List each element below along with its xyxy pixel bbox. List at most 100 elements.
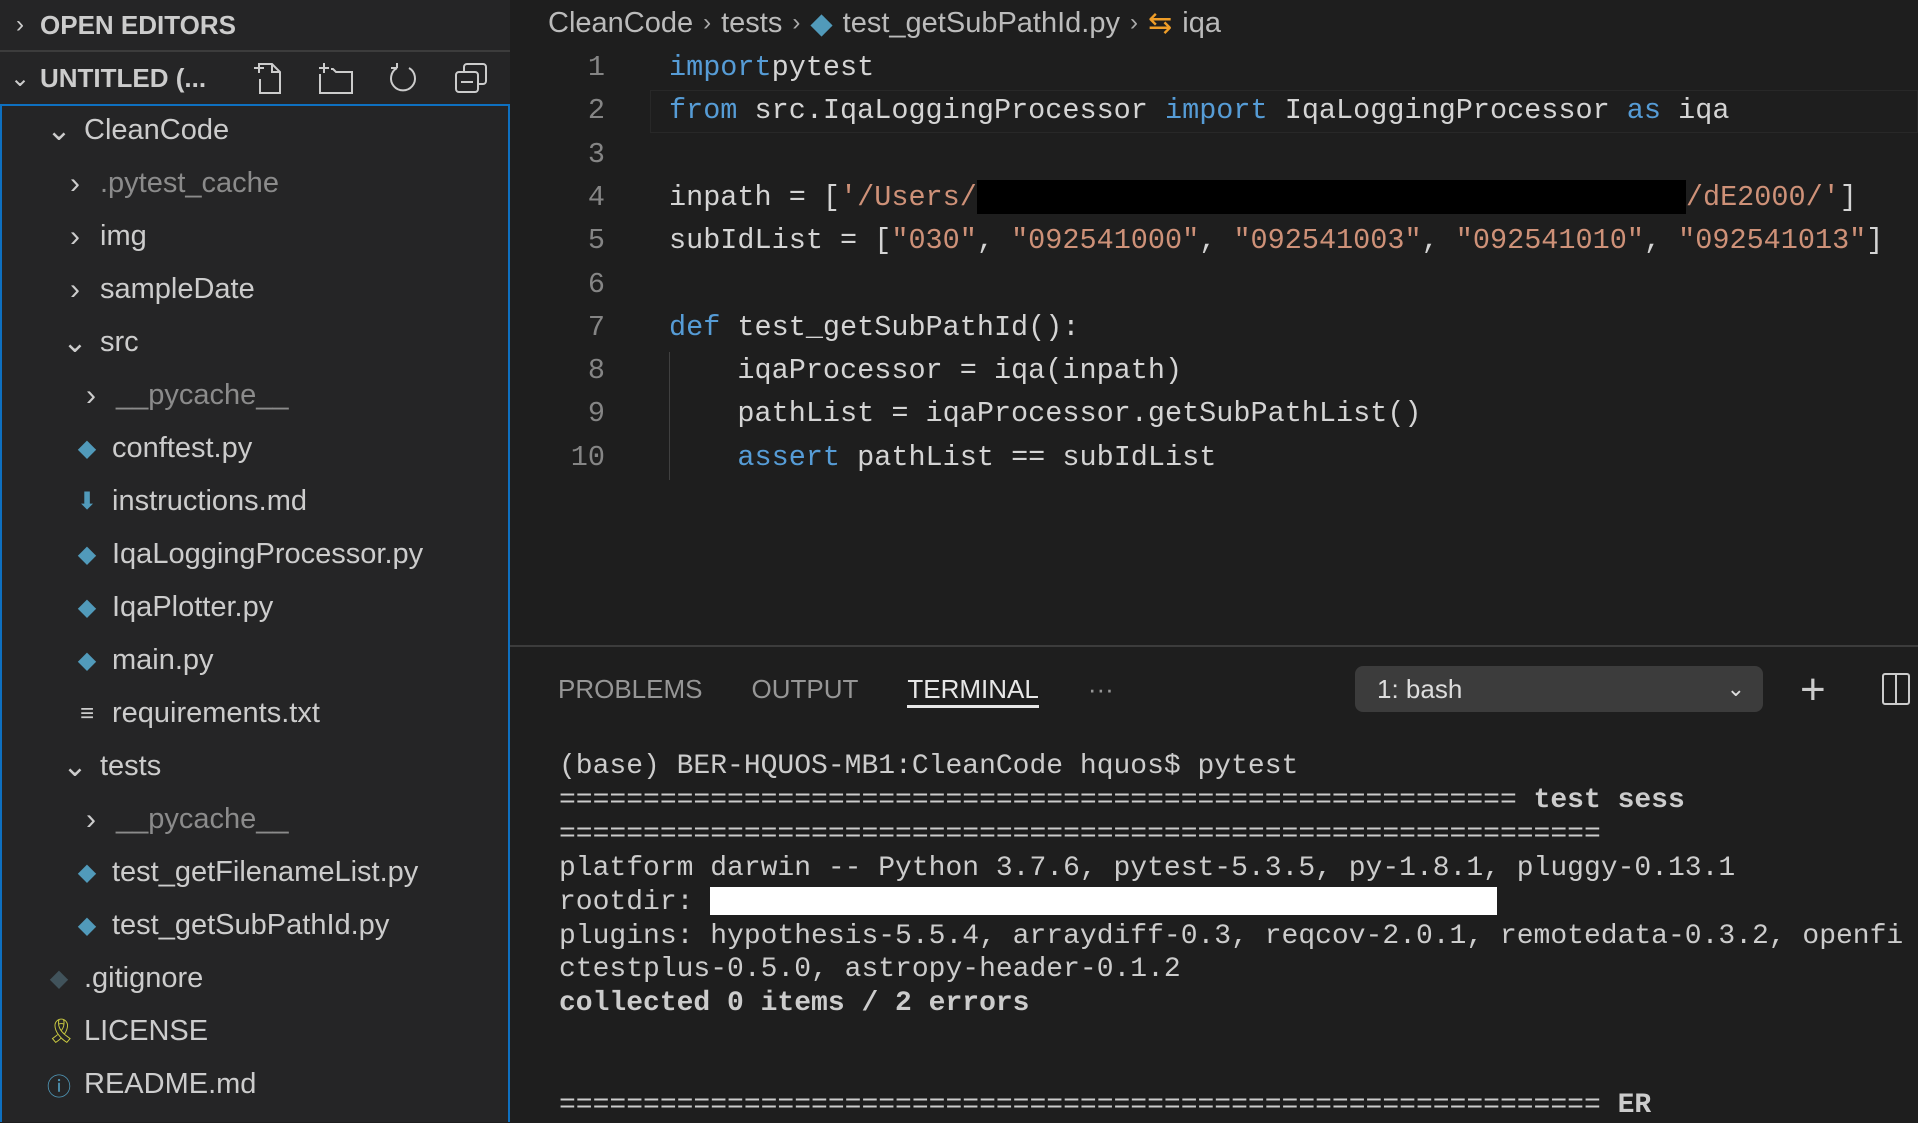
code-line: 2 from src.IqaLoggingProcessor import Iqa…	[510, 89, 1918, 132]
terminal-text: ========================================…	[559, 784, 1534, 816]
terminal-line: (base) BER-HQUOS-MB1:CleanCode hquos$ py…	[559, 750, 1298, 784]
tree-item[interactable]: ≡ requirements.txt	[74, 687, 320, 740]
open-editors-header[interactable]: › OPEN EDITORS	[0, 0, 510, 52]
python-file-icon: ◆	[810, 7, 833, 40]
open-editors-label: OPEN EDITORS	[40, 9, 237, 40]
python-file-icon: ◆	[77, 435, 97, 462]
breadcrumb-folder[interactable]: tests	[721, 7, 782, 40]
tree-item[interactable]: ◆ IqaPlotter.py	[74, 581, 273, 634]
keyword: assert	[737, 440, 841, 474]
chevron-right-icon: ›	[1129, 9, 1138, 36]
terminal-text: ========================================…	[559, 1090, 1618, 1121]
string-literal: "092541013"	[1678, 224, 1867, 258]
terminal-line: platform darwin -- Python 3.7.6, pytest-…	[559, 852, 1735, 886]
code-token: pathList == subIdList	[840, 440, 1217, 474]
code-token: iqaProcessor = iqa(inpath)	[669, 354, 1183, 388]
editor[interactable]: CleanCode › tests › ◆ test_getSubPathId.py ›…	[510, 0, 1918, 645]
more-tabs-button[interactable]: ···	[1088, 674, 1114, 705]
line-number: 8	[587, 354, 605, 388]
tree-item[interactable]: ⌄ src	[62, 316, 138, 369]
tree-item[interactable]: ⌄ tests	[62, 740, 161, 793]
tree-item[interactable]: ◆ conftest.py	[74, 422, 252, 475]
tree-item-label: conftest.py	[112, 432, 253, 464]
chevron-right-icon: ›	[16, 11, 24, 38]
keyword: as	[1626, 94, 1662, 128]
split-terminal-button[interactable]	[1882, 673, 1910, 705]
terminal-text: (base) BER-HQUOS-MB1:CleanCode hquos$ py…	[559, 751, 1299, 782]
code-line: 8 iqaProcessor = iqa(inpath)	[510, 349, 1918, 392]
terminal-select[interactable]: 1: bash ⌄	[1355, 666, 1763, 712]
terminal-text: plugins: hypothesis-5.5.4, arraydiff-0.3…	[559, 920, 1904, 952]
terminal-line: ctestplus-0.5.0, astropy-header-0.1.2	[559, 953, 1181, 987]
terminal-text: platform darwin -- Python 3.7.6, pytest-…	[559, 852, 1736, 884]
breadcrumb-folder[interactable]: CleanCode	[548, 7, 693, 40]
line-content: inpath = ['/Users/ /dE2000/']	[669, 176, 1857, 219]
new-terminal-button[interactable]: +	[1800, 665, 1826, 715]
tree-item[interactable]: ◆ main.py	[74, 634, 214, 687]
refresh-icon[interactable]	[384, 60, 422, 96]
tree-item[interactable]: › .pytest_cache	[62, 157, 279, 210]
tab-output[interactable]: OUTPUT	[752, 674, 859, 705]
terminal-text: rootdir:	[559, 886, 711, 918]
tree-item[interactable]: ◆ test_getFilenameList.py	[74, 846, 419, 899]
tree-item[interactable]: › __pycache__	[78, 793, 289, 846]
tree-item[interactable]: › img	[62, 210, 147, 263]
line-number: 10	[570, 440, 605, 474]
tree-item-label: IqaLoggingProcessor.py	[112, 538, 424, 570]
tree-item[interactable]: ◆ test_getSubPathId.py	[74, 899, 390, 952]
tree-item[interactable]: ⬇ instructions.md	[74, 475, 307, 528]
tree-item-label: CleanCode	[84, 114, 230, 146]
tree-item-label: test_getSubPathId.py	[112, 909, 390, 941]
tree-item-label: .pytest_cache	[100, 167, 279, 199]
tab-terminal[interactable]: TERMINAL	[907, 671, 1039, 708]
line-content: importpytest	[669, 46, 874, 89]
code-line: 3	[510, 133, 1918, 176]
tree-item-label: main.py	[112, 644, 214, 676]
tab-problems[interactable]: PROBLEMS	[558, 674, 703, 705]
tree-item[interactable]: ⓘ README.md	[46, 1058, 256, 1111]
info-icon: ⓘ	[47, 1074, 71, 1101]
new-file-icon[interactable]	[248, 60, 286, 96]
keyword: def	[669, 310, 721, 344]
python-file-icon: ◆	[77, 647, 97, 674]
tree-item[interactable]: ◆ .gitignore	[46, 952, 204, 1005]
code-line: 5 subIdList = ["030", "092541000", "09254…	[510, 219, 1918, 262]
tree-item-label: img	[100, 220, 147, 252]
new-folder-icon[interactable]	[316, 60, 354, 96]
breadcrumb-symbol[interactable]: iqa	[1182, 7, 1221, 40]
code-token: ,	[1421, 224, 1456, 258]
tree-item-label: __pycache__	[116, 379, 289, 411]
file-tree: ⌄ CleanCode › .pytest_cache › img › sampleDate ⌄…	[0, 104, 510, 1122]
terminal-text: ctestplus-0.5.0, astropy-header-0.1.2	[559, 954, 1181, 986]
terminal-select-value: 1: bash	[1377, 673, 1463, 704]
code-line: 9 pathList = iqaProcessor.getSubPathList…	[510, 392, 1918, 435]
tree-item[interactable]: ⌄ CleanCode	[46, 104, 229, 157]
chevron-right-icon: ›	[703, 9, 712, 36]
git-icon: ◆	[49, 965, 69, 992]
keyword: import	[1165, 94, 1268, 128]
line-number: 4	[587, 180, 605, 214]
python-file-icon: ◆	[77, 594, 97, 621]
line-content: pathList = iqaProcessor.getSubPathList()	[669, 392, 1421, 435]
line-content: subIdList = ["030", "092541000", "092541…	[669, 219, 1883, 262]
terminal-line: plugins: hypothesis-5.5.4, arraydiff-0.3…	[559, 920, 1903, 954]
line-content: def test_getSubPathId():	[669, 306, 1079, 349]
chevron-right-icon: ›	[70, 272, 80, 306]
redacted-block	[976, 180, 1686, 215]
tree-item-label: requirements.txt	[112, 697, 320, 729]
python-file-icon: ◆	[77, 912, 97, 939]
tree-item[interactable]: ◆ IqaLoggingProcessor.py	[74, 528, 423, 581]
python-file-icon: ◆	[77, 859, 97, 886]
tree-item-label: .gitignore	[84, 962, 204, 994]
collapse-all-icon[interactable]	[452, 60, 490, 96]
tree-item-label: IqaPlotter.py	[112, 591, 274, 623]
tree-item[interactable]: › sampleDate	[62, 263, 255, 316]
breadcrumb-file[interactable]: test_getSubPathId.py	[843, 7, 1120, 40]
code-line: 6	[510, 263, 1918, 306]
chevron-down-icon: ⌄	[1726, 676, 1745, 701]
tree-item[interactable]: 🎗 LICENSE	[46, 1005, 208, 1058]
tree-item[interactable]: › __pycache__	[78, 369, 289, 422]
chevron-down-icon: ⌄	[62, 326, 88, 359]
workspace-header[interactable]: ⌄ UNTITLED (...	[0, 52, 510, 104]
